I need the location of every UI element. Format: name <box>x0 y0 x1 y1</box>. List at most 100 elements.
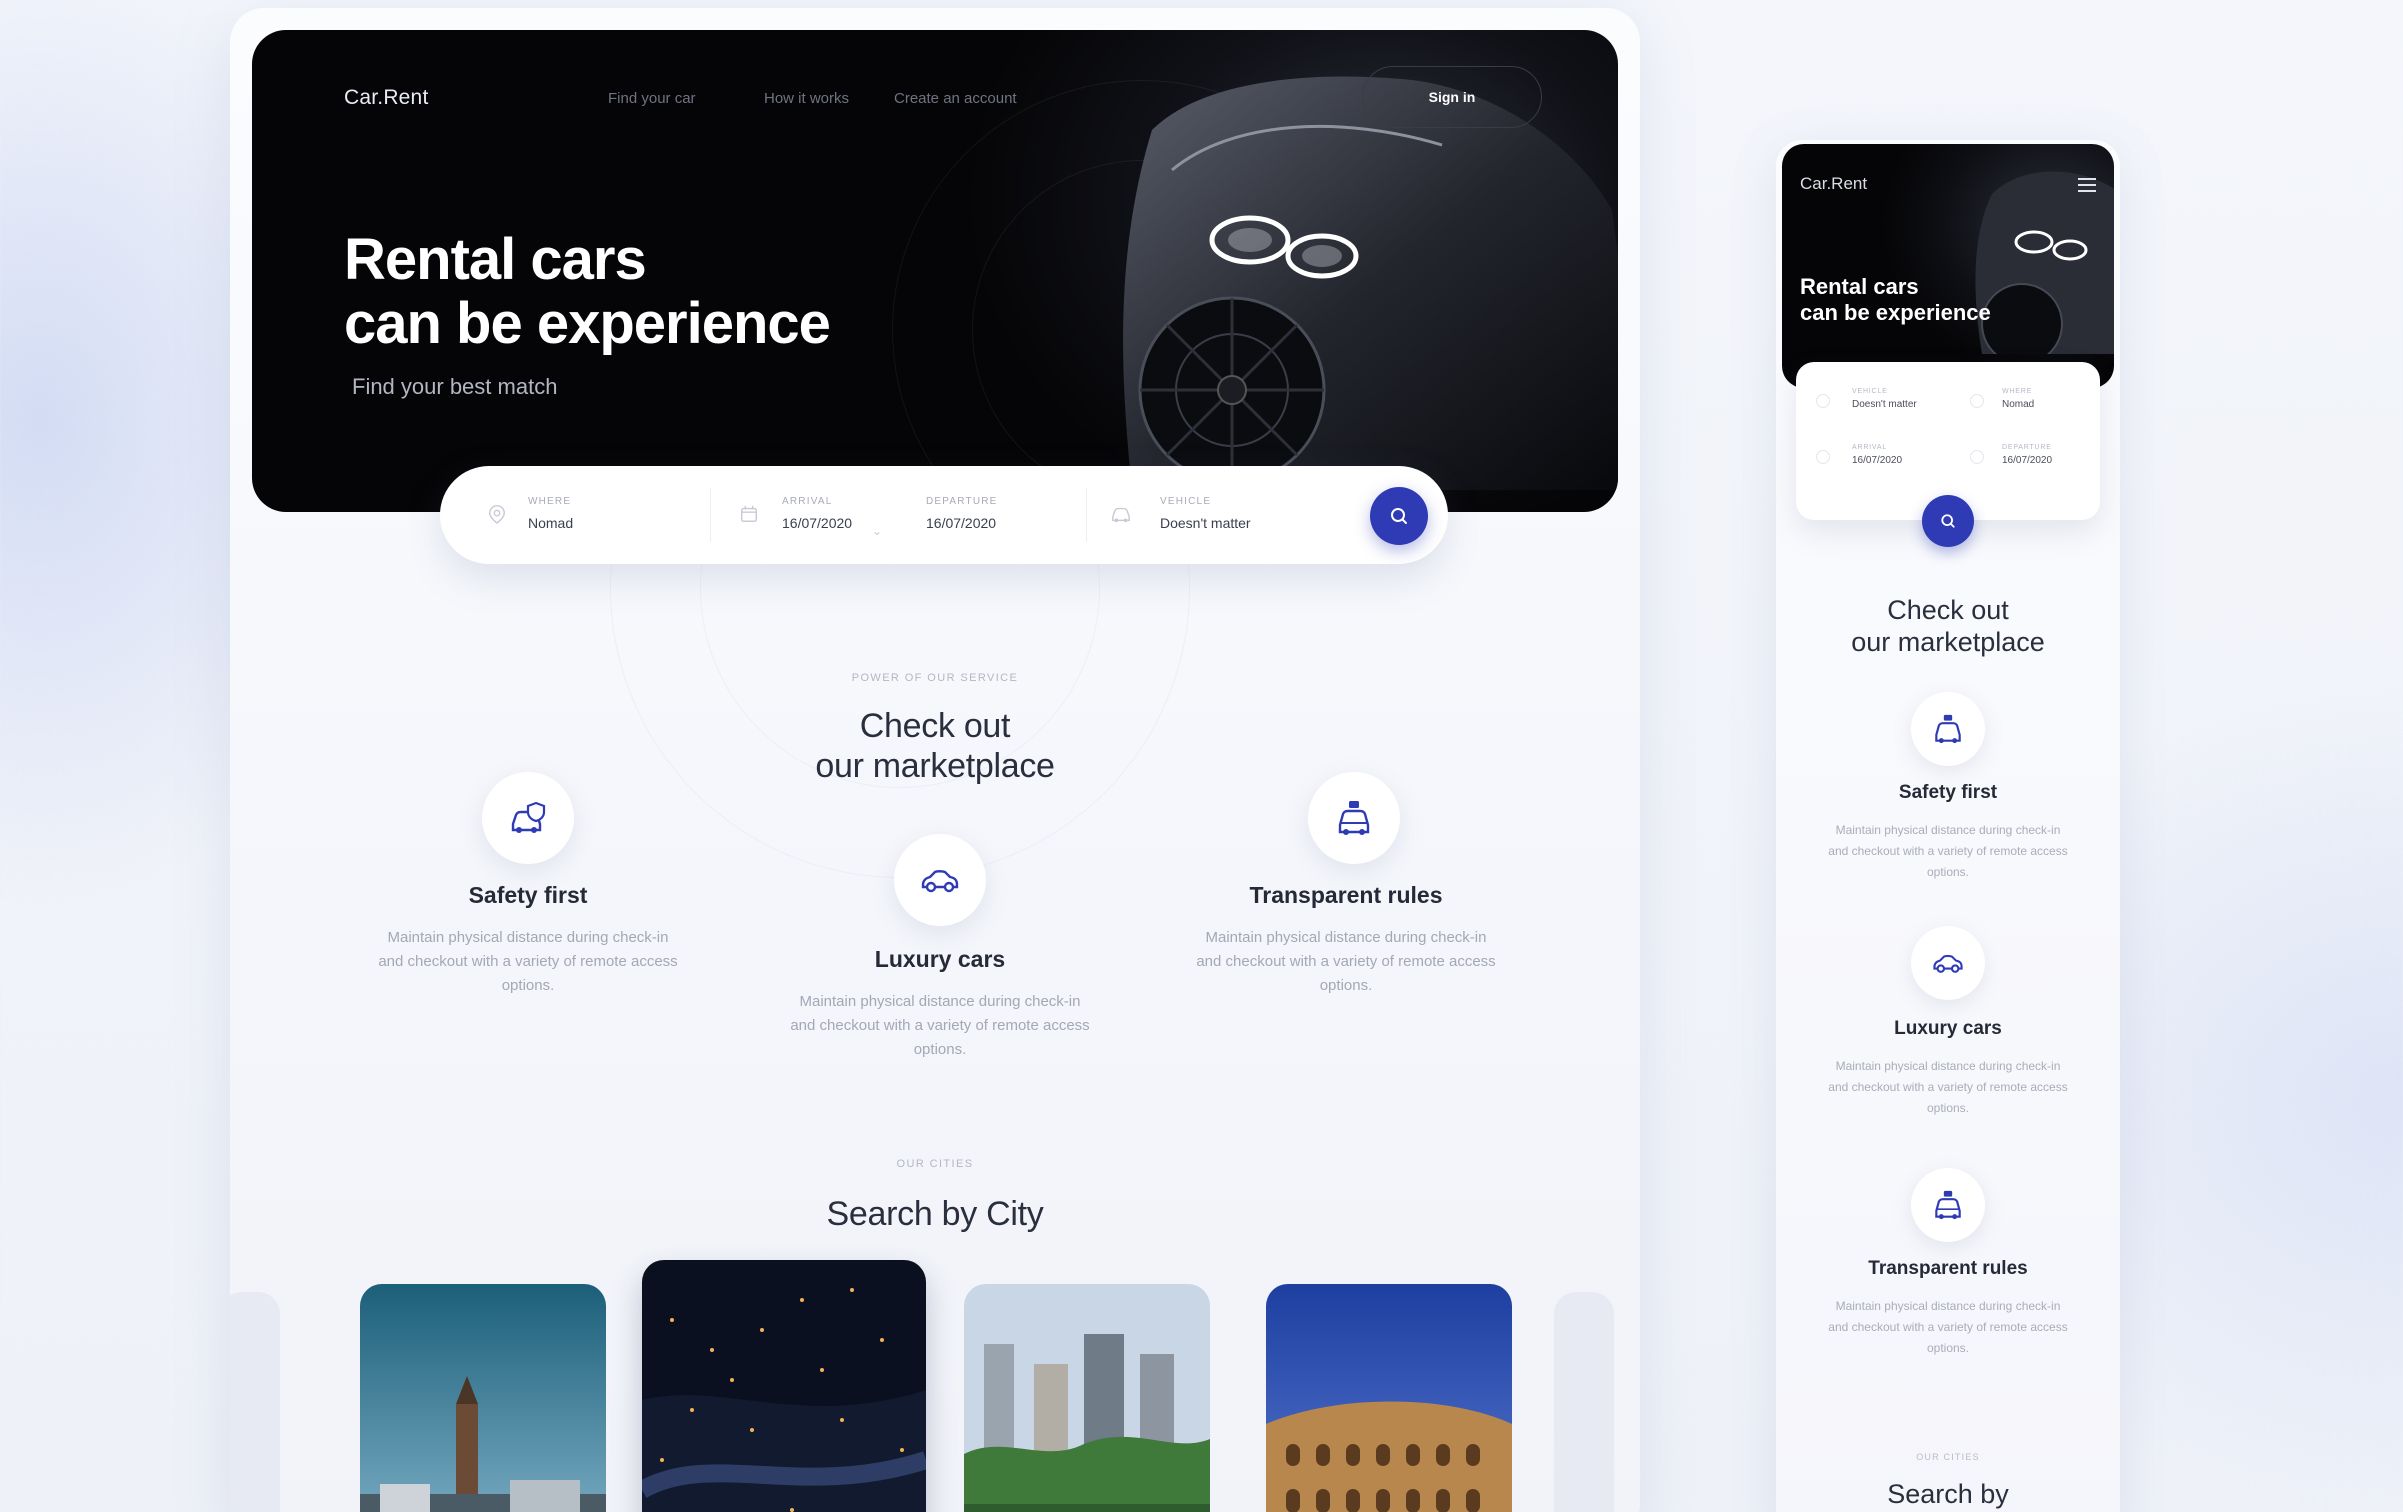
city-card-partial[interactable] <box>230 1292 280 1512</box>
mobile-departure-value: 16/07/2020 <box>2002 455 2053 466</box>
taxi-icon <box>1935 1190 1961 1220</box>
feature-icon-safety <box>482 772 574 864</box>
mobile-where-value: Nomad <box>2002 399 2035 410</box>
mobile-services-heading-line: our marketplace <box>1851 627 2045 657</box>
services-heading-line: Check out <box>859 707 1011 745</box>
car-icon <box>1816 394 1830 408</box>
departure-label: Departure <box>926 496 998 507</box>
departure-field[interactable]: Departure 16/07/2020 <box>926 496 998 531</box>
arrival-label: Arrival <box>782 496 833 507</box>
mobile-where-label: Where <box>2002 388 2033 395</box>
mobile-vehicle-field[interactable]: Vehicle Doesn't matter <box>1852 388 1917 410</box>
hamburger-menu-icon[interactable] <box>2078 178 2096 196</box>
search-icon <box>1941 514 1955 528</box>
feature-title-transparent: Transparent rules <box>1249 882 1443 908</box>
city-photo-tower <box>360 1284 606 1512</box>
city-photo-skyline <box>964 1284 1210 1512</box>
mobile-departure-field[interactable]: Departure 16/07/2020 <box>2002 444 2052 466</box>
nav-how-it-works[interactable]: How it works <box>764 90 849 107</box>
desktop-page: Car.Rent Find your car How it works Crea… <box>230 8 1640 1512</box>
mobile-cities-eyebrow: Our cities <box>1916 1452 1980 1462</box>
taxi-icon <box>1338 801 1370 835</box>
logo[interactable]: Car.Rent <box>344 86 428 110</box>
cities-eyebrow: Our cities <box>896 1158 974 1170</box>
mobile-feature-icon-transparent <box>1911 1168 1985 1242</box>
services-heading: Check out our marketplace <box>230 706 1640 786</box>
calendar-icon <box>1970 450 1984 464</box>
city-card[interactable] <box>964 1284 1210 1512</box>
sports-car-icon <box>921 870 959 893</box>
mobile-feature-title-safety: Safety first <box>1898 782 1998 803</box>
mobile-hero-title: Rental cars can be experience <box>1800 274 2040 326</box>
where-label: Where <box>528 496 572 507</box>
mobile-where-field[interactable]: Where Nomad <box>2002 388 2034 410</box>
nav-create-account[interactable]: Create an account <box>894 90 1017 107</box>
mobile-search-button[interactable] <box>1922 495 1974 547</box>
mobile-feature-desc-safety: Maintain physical distance during check-… <box>1828 823 2068 879</box>
mobile-services-heading: Check out our marketplace <box>1776 594 2120 658</box>
search-icon <box>1391 508 1407 524</box>
divider <box>710 488 711 542</box>
location-pin-icon <box>488 505 506 524</box>
feature-icon-luxury <box>894 834 986 926</box>
sports-car-icon <box>1933 954 1963 973</box>
chevron-down-icon[interactable]: ⌄ <box>872 524 882 538</box>
mobile-hero-title-line: can be experience <box>1800 300 1991 325</box>
mobile-feature-title-luxury: Luxury cars <box>1894 1018 2002 1039</box>
mobile-feature-title-transparent: Transparent rules <box>1868 1258 2028 1279</box>
feature-icon-transparent <box>1308 772 1400 864</box>
hero-title: Rental cars can be experience <box>344 228 944 356</box>
departure-value: 16/07/2020 <box>926 515 997 531</box>
mobile-feature-desc-transparent: Maintain physical distance during check-… <box>1828 1299 2068 1355</box>
nav-find-car[interactable]: Find your car <box>608 90 696 107</box>
mobile-departure-label: Departure <box>2002 444 2052 451</box>
hero-title-line: Rental cars <box>344 227 647 292</box>
mobile-arrival-value: 16/07/2020 <box>1852 455 1903 466</box>
arrival-field[interactable]: Arrival 16/07/2020 <box>782 496 852 531</box>
hero-title-line: can be experience <box>344 291 831 356</box>
search-button[interactable] <box>1370 487 1428 545</box>
car-image <box>1123 76 1618 490</box>
city-card-active[interactable] <box>642 1260 926 1512</box>
cities-heading: Search by City <box>826 1195 1044 1233</box>
hero-subtitle: Find your best match <box>352 374 558 399</box>
where-field[interactable]: Where Nomad <box>528 496 573 531</box>
mobile-cities-heading: Search by <box>1887 1479 2009 1509</box>
calendar-icon <box>741 505 757 522</box>
services-heading-line: our marketplace <box>815 747 1055 785</box>
arrival-value: 16/07/2020 <box>782 515 853 531</box>
location-pin-icon <box>1970 394 1984 408</box>
taxi-icon <box>1935 714 1961 744</box>
feature-desc-safety: Maintain physical distance during check-… <box>378 929 678 994</box>
feature-desc-luxury: Maintain physical distance during check-… <box>790 993 1090 1058</box>
feature-desc-transparent: Maintain physical distance during check-… <box>1196 929 1496 994</box>
city-card[interactable] <box>360 1284 606 1512</box>
signin-button[interactable]: Sign in <box>1362 66 1542 128</box>
where-value: Nomad <box>528 515 574 531</box>
vehicle-field[interactable]: Vehicle Doesn't matter <box>1160 496 1251 531</box>
hero-banner: Car.Rent Find your car How it works Crea… <box>252 30 1618 512</box>
city-card[interactable] <box>1266 1284 1512 1512</box>
calendar-icon <box>1816 450 1830 464</box>
mobile-page: Car.Rent Rental cars can be experience V… <box>1776 140 2120 1512</box>
city-photo-night <box>642 1260 926 1512</box>
mobile-vehicle-label: Vehicle <box>1852 388 1888 395</box>
mobile-arrival-label: Arrival <box>1852 444 1888 451</box>
mobile-vehicle-value: Doesn't matter <box>1852 399 1917 410</box>
mobile-arrival-field[interactable]: Arrival 16/07/2020 <box>1852 444 1902 466</box>
mobile-logo[interactable]: Car.Rent <box>1800 174 1867 194</box>
mobile-hero-banner: Car.Rent Rental cars can be experience <box>1782 144 2114 388</box>
mobile-feature-icon-luxury <box>1911 926 1985 1000</box>
services-eyebrow: Power of our service <box>851 672 1019 684</box>
car-shield-icon <box>511 801 546 833</box>
vehicle-label: Vehicle <box>1160 496 1212 507</box>
city-card-partial[interactable] <box>1554 1292 1614 1512</box>
mobile-feature-icon-safety <box>1911 692 1985 766</box>
mobile-services-heading-line: Check out <box>1887 595 2009 625</box>
mobile-feature-desc-luxury: Maintain physical distance during check-… <box>1828 1059 2068 1115</box>
car-icon <box>1112 507 1130 523</box>
vehicle-value: Doesn't matter <box>1160 515 1251 531</box>
divider <box>1086 488 1087 542</box>
city-photo-colosseum <box>1266 1284 1512 1512</box>
feature-title-safety: Safety first <box>468 882 588 908</box>
